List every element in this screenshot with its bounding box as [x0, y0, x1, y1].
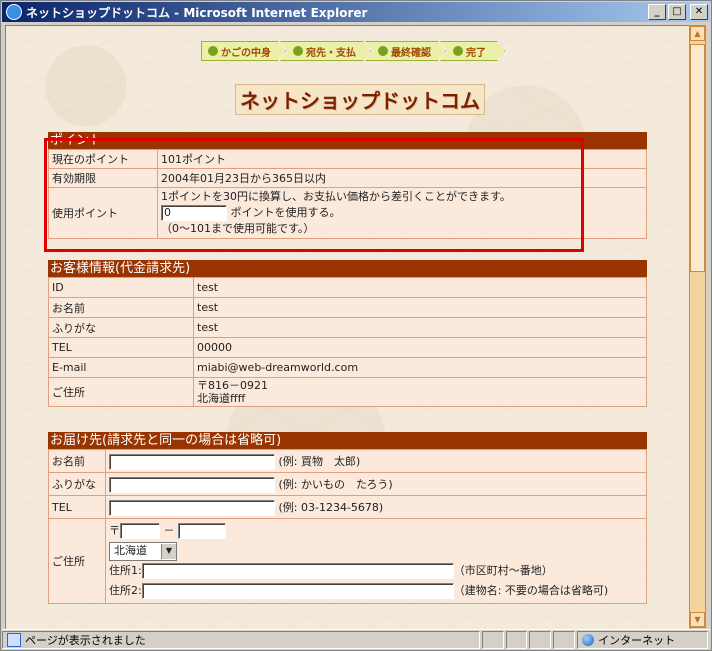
customer-table: ID test お名前 test ふりがな test TEL 00000 E-mail m… [48, 277, 647, 407]
delivery-kana-cell: (例: かいもの たろう) [105, 472, 647, 496]
customer-address-label: ご住所 [48, 377, 194, 407]
step-label: 最終確認 [391, 47, 431, 59]
status-bar: ページが表示されました インターネット [2, 629, 710, 650]
status-cell [505, 631, 528, 649]
zone-text: インターネット [598, 634, 676, 647]
zip-second-input[interactable] [178, 523, 226, 539]
table-row: お名前 test [48, 297, 647, 318]
page-icon [7, 633, 21, 647]
title-bar: ネットショップドットコム - Microsoft Internet Explor… [2, 2, 710, 22]
step-confirm: 最終確認 [365, 41, 446, 61]
customer-id-label: ID [48, 277, 194, 298]
delivery-name-label: お名前 [48, 449, 106, 473]
cart-icon [453, 46, 463, 56]
status-text: ページが表示されました [25, 634, 146, 647]
addr2-hint: （建物名: 不要の場合は省略可) [453, 584, 609, 597]
zone-cell: インターネット [577, 631, 709, 649]
step-cart: かごの中身 [201, 41, 286, 61]
chevron-down-icon: ▼ [161, 543, 176, 559]
table-row: ID test [48, 277, 647, 298]
prefecture-select[interactable]: 北海道 ▼ [109, 541, 177, 561]
customer-heading: お客様情報(代金請求先) [48, 260, 647, 277]
customer-zip: 〒816－0921 [197, 379, 268, 392]
table-row: TEL (例: 03-1234-5678) [48, 495, 647, 519]
delivery-tel-label: TEL [48, 495, 106, 519]
delivery-table: お名前 (例: 買物 太郎) ふりがな (例: かいもの たろう) TEL (例… [48, 449, 647, 604]
customer-email-value: miabi@web-dreamworld.com [193, 357, 647, 378]
scroll-thumb[interactable] [690, 44, 705, 272]
customer-name-label: お名前 [48, 297, 194, 318]
customer-kana-label: ふりがな [48, 317, 194, 338]
delivery-addr2-row: 住所2: （建物名: 不要の場合は省略可) [109, 581, 643, 601]
customer-email-label: E-mail [48, 357, 194, 378]
scroll-up-arrow-icon[interactable]: ▲ [690, 26, 705, 41]
addr2-input[interactable] [141, 583, 454, 599]
browser-window: ネットショップドットコム - Microsoft Internet Explor… [0, 0, 712, 651]
delivery-kana-label: ふりがな [48, 472, 106, 496]
delivery-address-label: ご住所 [48, 518, 106, 604]
highlight-box [44, 138, 584, 252]
delivery-tel-input[interactable] [109, 499, 275, 516]
vertical-scrollbar[interactable]: ▲ ▼ [689, 25, 706, 628]
addr2-label: 住所2: [109, 584, 142, 597]
delivery-name-input[interactable] [109, 453, 275, 470]
delivery-zip-row: 〒 － [109, 521, 643, 541]
customer-kana-value: test [193, 317, 647, 338]
zip-first-input[interactable] [120, 523, 160, 539]
scroll-down-arrow-icon[interactable]: ▼ [690, 612, 705, 627]
checkout-steps: かごの中身 宛先・支払 最終確認 完了 [201, 41, 499, 61]
delivery-kana-input[interactable] [109, 476, 275, 493]
prefecture-value: 北海道 [114, 544, 147, 557]
step-label: かごの中身 [221, 47, 271, 59]
status-cell [553, 631, 576, 649]
step-complete: 完了 [440, 41, 505, 61]
delivery-tel-cell: (例: 03-1234-5678) [105, 495, 647, 519]
customer-section: お客様情報(代金請求先) ID test お名前 test ふりがな test TEL… [48, 260, 647, 407]
delivery-addr1-row: 住所1: （市区町村～番地） [109, 561, 643, 581]
step-label: 完了 [466, 47, 486, 59]
customer-address-value: 〒816－0921 北海道ffff [193, 377, 647, 407]
delivery-section: お届け先(請求先と同一の場合は省略可) お名前 (例: 買物 太郎) ふりがな … [48, 432, 647, 604]
delivery-tel-hint: (例: 03-1234-5678) [278, 500, 384, 514]
status-text-cell: ページが表示されました [2, 631, 480, 649]
delivery-name-cell: (例: 買物 太郎) [105, 449, 647, 473]
table-row: お名前 (例: 買物 太郎) [48, 449, 647, 473]
customer-tel-value: 00000 [193, 337, 647, 358]
table-row: ご住所 〒 － 北海道 ▼ 住所1: （市区町村～番地） 住所2: （建物名: 不要の… [48, 518, 647, 604]
addr1-label: 住所1: [109, 564, 142, 577]
delivery-name-hint: (例: 買物 太郎) [278, 454, 361, 468]
cart-icon [293, 46, 303, 56]
window-title: ネットショップドットコム - Microsoft Internet Explor… [26, 5, 368, 20]
delivery-heading: お届け先(請求先と同一の場合は省略可) [48, 432, 647, 449]
close-button[interactable]: ✕ [690, 4, 708, 20]
status-cell [481, 631, 504, 649]
table-row: ふりがな test [48, 317, 647, 338]
step-address-payment: 宛先・支払 [280, 41, 371, 61]
customer-id-value: test [193, 277, 647, 298]
page-viewport: かごの中身 宛先・支払 最終確認 完了 ネットショップドットコム ポイント 現在… [5, 25, 691, 630]
table-row: E-mail miabi@web-dreamworld.com [48, 357, 647, 378]
globe-icon [582, 634, 595, 646]
customer-tel-label: TEL [48, 337, 194, 358]
cart-icon [378, 46, 388, 56]
cart-icon [208, 46, 218, 56]
maximize-button[interactable]: □ [668, 4, 686, 20]
customer-name-value: test [193, 297, 647, 318]
addr1-input[interactable] [141, 563, 454, 579]
addr1-hint: （市区町村～番地） [453, 564, 553, 577]
step-label: 宛先・支払 [306, 47, 356, 59]
table-row: ふりがな (例: かいもの たろう) [48, 472, 647, 496]
minimize-button[interactable]: _ [648, 4, 666, 20]
table-row: ご住所 〒816－0921 北海道ffff [48, 377, 647, 407]
table-row: TEL 00000 [48, 337, 647, 358]
ie-logo-icon [6, 4, 22, 20]
delivery-address-cell: 〒 － 北海道 ▼ 住所1: （市区町村～番地） 住所2: （建物名: 不要の場合は省… [105, 518, 647, 604]
delivery-kana-hint: (例: かいもの たろう) [278, 477, 393, 491]
site-title: ネットショップドットコム [235, 84, 485, 115]
zip-mark: 〒 [109, 524, 120, 537]
customer-address: 北海道ffff [197, 392, 246, 405]
status-cell [529, 631, 552, 649]
zip-dash: － [163, 524, 175, 537]
delivery-pref-row: 北海道 ▼ [109, 541, 643, 561]
